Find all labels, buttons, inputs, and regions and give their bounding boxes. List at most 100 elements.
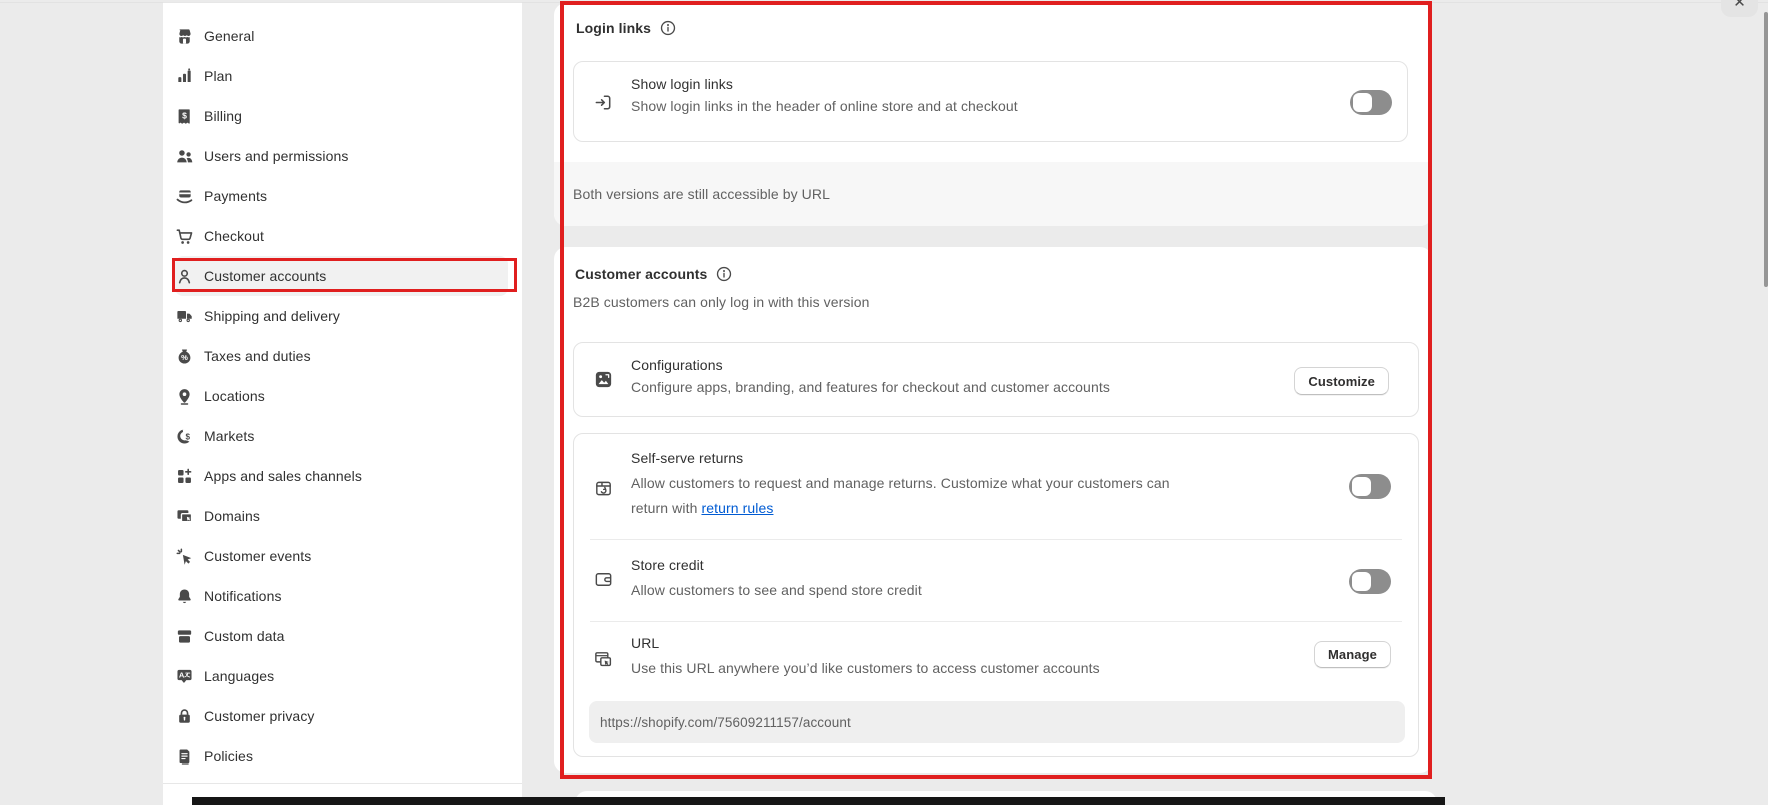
description-prefix: return with: [631, 500, 701, 516]
show-login-links-toggle[interactable]: [1350, 90, 1392, 115]
privacy-icon: [175, 707, 194, 726]
billing-icon: $: [175, 107, 194, 126]
sidebar-item-label: Apps and sales channels: [204, 468, 362, 484]
checkout-icon: [175, 227, 194, 246]
show-login-links-description: Show login links in the header of online…: [631, 98, 1018, 114]
background-window-edge: [192, 797, 1445, 805]
sidebar-item-taxes-and-duties[interactable]: % Taxes and duties: [175, 336, 508, 376]
customer-accounts-title: Customer accounts: [575, 266, 707, 282]
url-title: URL: [631, 635, 659, 651]
account-url-field[interactable]: https://shopify.com/75609211157/account: [589, 701, 1405, 743]
apps-icon: [175, 467, 194, 486]
sidebar-item-label: Customer accounts: [204, 268, 326, 284]
sidebar-item-apps-and-sales-channels[interactable]: Apps and sales channels: [175, 456, 508, 496]
sidebar-item-label: Customer privacy: [204, 708, 315, 724]
settings-sidebar: General Plan $ Billing Users and permissions…: [163, 2, 522, 805]
login-links-footer-note: Both versions are still accessible by UR…: [573, 186, 830, 202]
customer-accounts-panel: Customer accounts B2B customers can only…: [554, 247, 1432, 773]
customer-accounts-icon: [175, 267, 194, 286]
notifications-icon: [175, 587, 194, 606]
shipping-icon: [175, 307, 194, 326]
sidebar-item-label: General: [204, 28, 255, 44]
sidebar-item-plan[interactable]: Plan: [175, 56, 508, 96]
sidebar-item-label: Taxes and duties: [204, 348, 311, 364]
toggle-knob: [1352, 477, 1371, 496]
svg-text:A: A: [179, 670, 185, 679]
sidebar-item-customer-privacy[interactable]: Customer privacy: [175, 696, 508, 736]
row-divider: [590, 621, 1402, 622]
sidebar-item-label: Notifications: [204, 588, 282, 604]
self-serve-returns-title: Self-serve returns: [631, 450, 743, 466]
show-login-links-card: Show login links Show login links in the…: [573, 61, 1408, 142]
sidebar-item-customer-events[interactable]: Customer events: [175, 536, 508, 576]
login-icon: [593, 92, 614, 113]
customer-events-icon: [175, 547, 194, 566]
sidebar-item-users-and-permissions[interactable]: Users and permissions: [175, 136, 508, 176]
sidebar-item-general[interactable]: General: [175, 16, 508, 56]
configurations-icon: [593, 369, 614, 390]
sidebar-item-label: Languages: [204, 668, 274, 684]
store-credit-title: Store credit: [631, 557, 704, 573]
info-icon[interactable]: [715, 265, 733, 283]
sidebar-item-customer-accounts[interactable]: Customer accounts: [175, 256, 508, 296]
domains-icon: [175, 507, 194, 526]
self-serve-returns-icon: [593, 478, 614, 499]
sidebar-item-custom-data[interactable]: Custom data: [175, 616, 508, 656]
login-links-footer: Both versions are still accessible by UR…: [554, 162, 1432, 226]
sidebar-item-label: Locations: [204, 388, 265, 404]
custom-data-icon: [175, 627, 194, 646]
plan-icon: [175, 67, 194, 86]
configurations-card: Configurations Configure apps, branding,…: [573, 342, 1419, 417]
users-icon: [175, 147, 194, 166]
sidebar-item-billing[interactable]: $ Billing: [175, 96, 508, 136]
sidebar-item-checkout[interactable]: Checkout: [175, 216, 508, 256]
self-serve-returns-toggle[interactable]: [1349, 474, 1391, 499]
self-serve-returns-description-line2: return with return rules: [631, 500, 773, 516]
return-rules-link[interactable]: return rules: [701, 500, 773, 516]
markets-icon: $: [175, 427, 194, 446]
sidebar-item-languages[interactable]: A Languages: [175, 656, 508, 696]
sidebar-nav: General Plan $ Billing Users and permissions…: [163, 16, 522, 776]
close-button[interactable]: ✕: [1721, 0, 1758, 17]
payments-icon: [175, 187, 194, 206]
store-credit-description: Allow customers to see and spend store c…: [631, 582, 922, 598]
sidebar-item-label: Domains: [204, 508, 260, 524]
sidebar-item-locations[interactable]: Locations: [175, 376, 508, 416]
sidebar-item-label: Users and permissions: [204, 148, 349, 164]
login-links-panel: Login links Show login links Show login …: [554, 3, 1432, 226]
login-links-title: Login links: [576, 20, 651, 36]
locations-icon: [175, 387, 194, 406]
sidebar-item-markets[interactable]: $Markets: [175, 416, 508, 456]
taxes-icon: %: [175, 347, 194, 366]
toggle-knob: [1353, 93, 1372, 112]
sidebar-item-notifications[interactable]: Notifications: [175, 576, 508, 616]
languages-icon: A: [175, 667, 194, 686]
show-login-links-title: Show login links: [631, 76, 733, 92]
store-credit-toggle[interactable]: [1349, 569, 1391, 594]
sidebar-item-label: Checkout: [204, 228, 264, 244]
scrollbar-thumb[interactable]: [1764, 12, 1768, 287]
policies-icon: [175, 747, 194, 766]
customer-accounts-subtitle: B2B customers can only log in with this …: [573, 294, 870, 310]
sidebar-item-label: Billing: [204, 108, 242, 124]
self-serve-returns-description-line1: Allow customers to request and manage re…: [631, 475, 1170, 491]
sidebar-item-domains[interactable]: Domains: [175, 496, 508, 536]
customer-accounts-rows-card: Self-serve returns Allow customers to re…: [573, 433, 1419, 757]
configurations-description: Configure apps, branding, and features f…: [631, 379, 1110, 395]
customize-button[interactable]: Customize: [1294, 367, 1389, 395]
manage-button[interactable]: Manage: [1314, 641, 1391, 668]
account-url-value: https://shopify.com/75609211157/account: [600, 715, 851, 730]
sidebar-item-payments[interactable]: Payments: [175, 176, 508, 216]
sidebar-item-shipping-and-delivery[interactable]: Shipping and delivery: [175, 296, 508, 336]
store-credit-icon: [593, 569, 614, 590]
svg-text:%: %: [181, 353, 188, 362]
store-icon: [175, 27, 194, 46]
sidebar-item-label: Shipping and delivery: [204, 308, 340, 324]
info-icon[interactable]: [659, 19, 677, 37]
row-divider: [590, 539, 1402, 540]
toggle-knob: [1352, 572, 1371, 591]
configurations-title: Configurations: [631, 357, 723, 373]
svg-text:$: $: [185, 432, 190, 441]
sidebar-item-label: Plan: [204, 68, 232, 84]
sidebar-item-policies[interactable]: Policies: [175, 736, 508, 776]
